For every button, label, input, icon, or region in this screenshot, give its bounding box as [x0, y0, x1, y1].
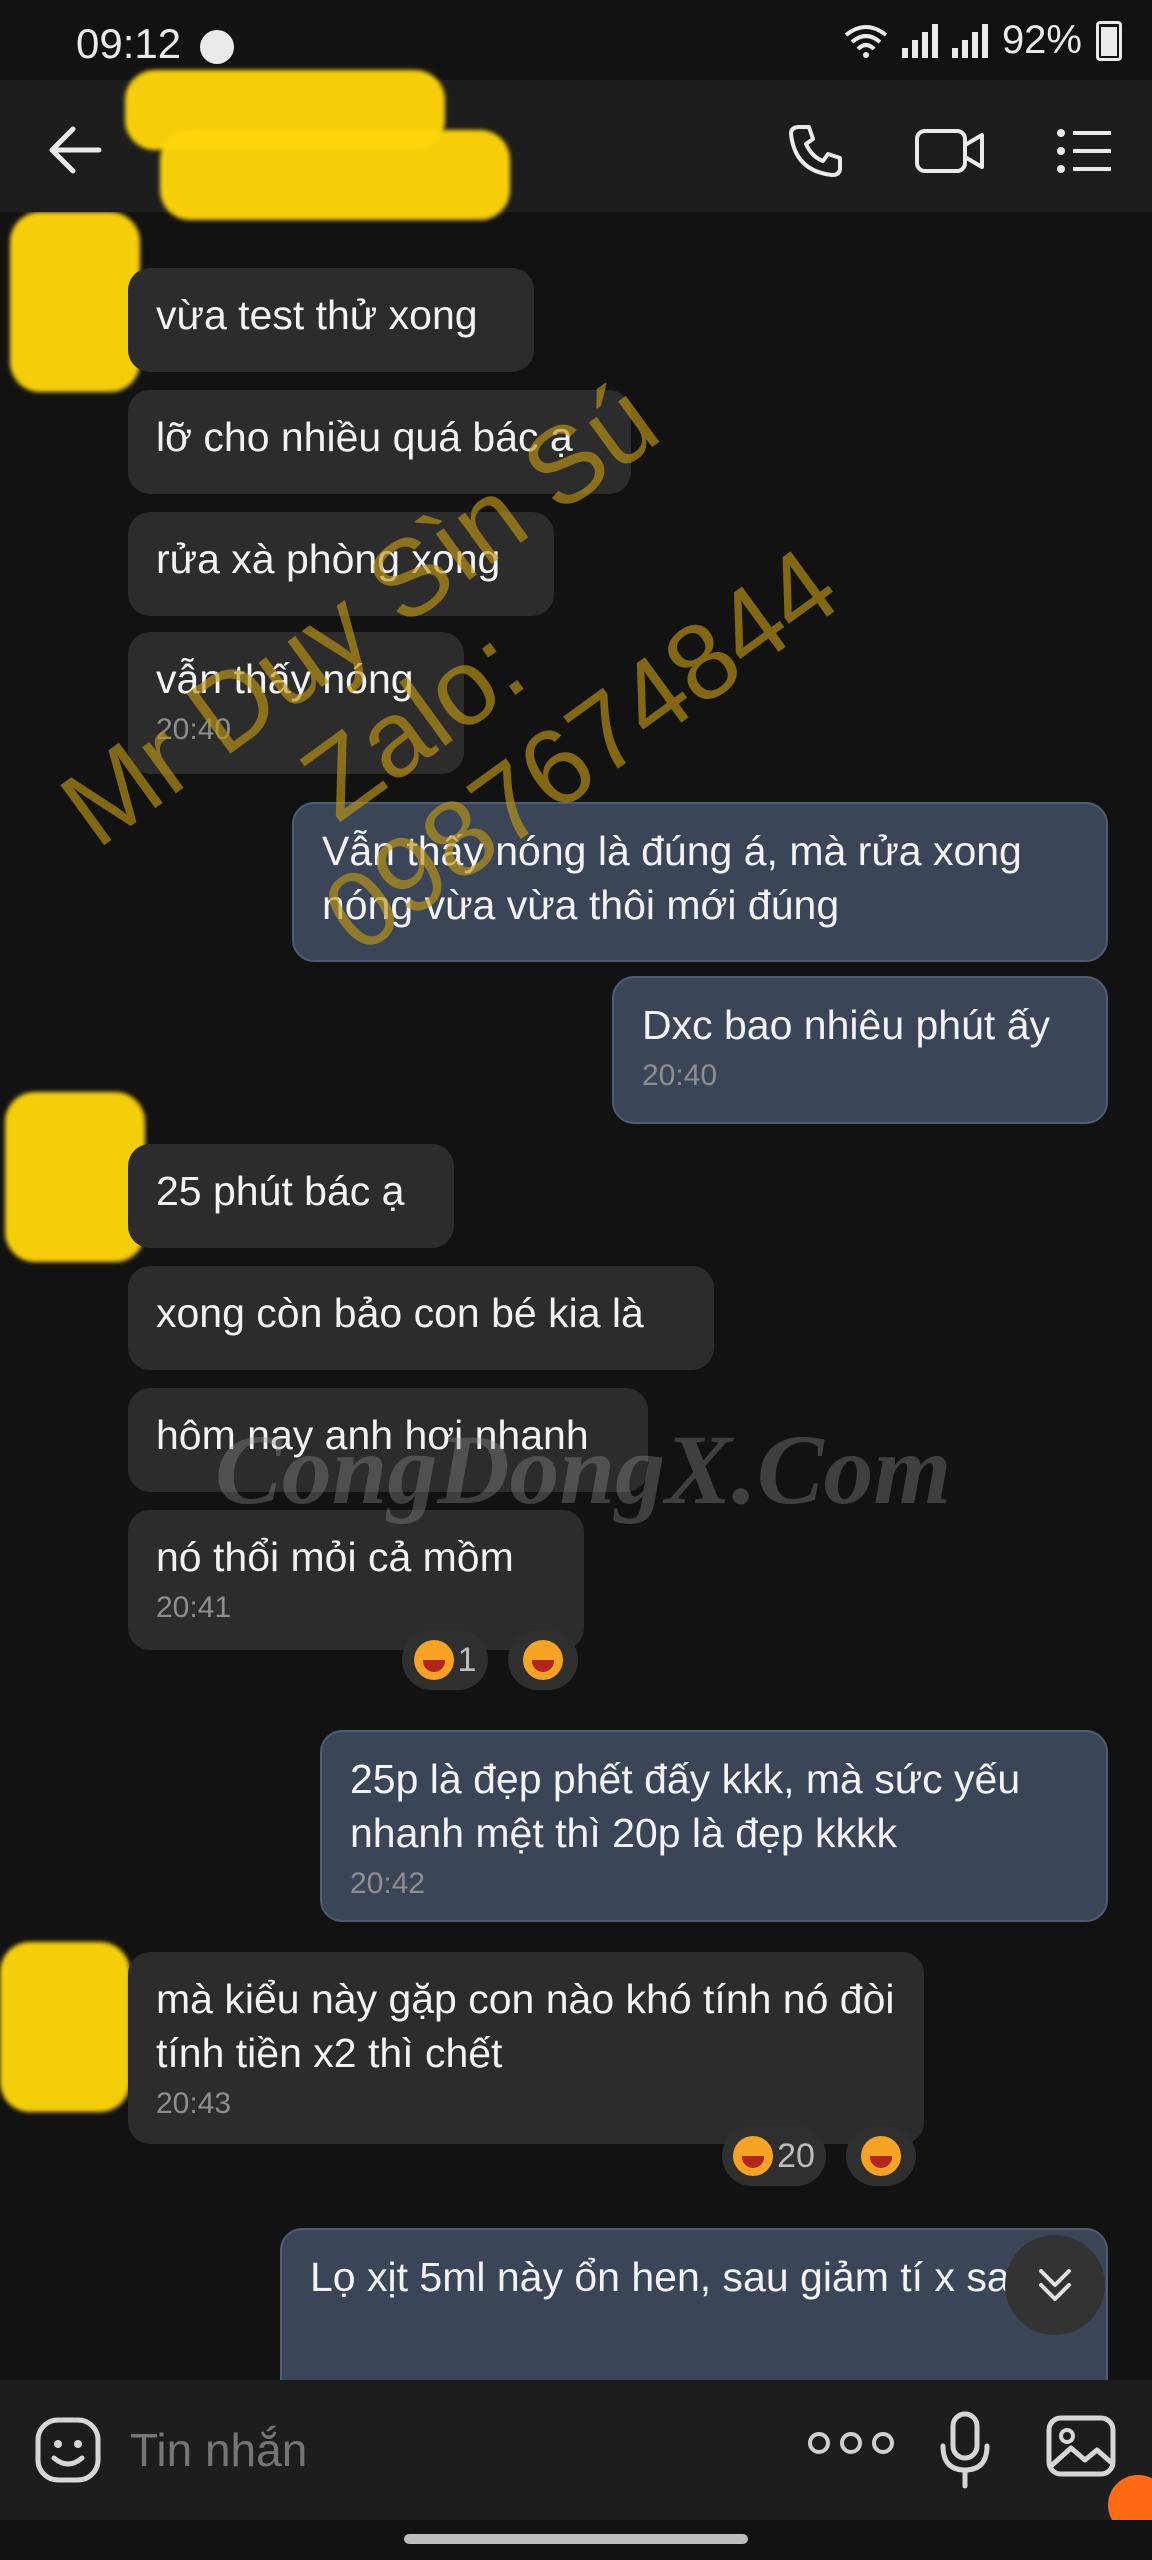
message-text: vừa test thử xong — [156, 292, 478, 338]
microphone-icon — [940, 2411, 990, 2489]
laughing-emoji-icon — [861, 2136, 901, 2176]
messenger-notification-icon — [200, 30, 234, 64]
add-reaction-button[interactable] — [508, 1630, 578, 1690]
status-bar: 09:12 92% — [0, 0, 1152, 80]
voice-message-button[interactable] — [935, 2410, 995, 2495]
signal-icon — [901, 23, 938, 58]
message-text: Lọ xịt 5ml này ổn hen, sau giảm tí x sao — [310, 2254, 1033, 2300]
message-time: 20:41 — [156, 1591, 232, 1624]
redaction-mark — [5, 1092, 145, 1262]
redaction-mark — [10, 212, 140, 392]
message-text: 25p là đẹp phết đấy kkk, mà sức yếu nhan… — [350, 1756, 1021, 1856]
message-bubble[interactable]: vừa test thử xong — [128, 268, 534, 372]
message-bubble[interactable]: hôm nay anh hơi nhanh — [128, 1388, 648, 1492]
message-text: 25 phút bác ạ — [156, 1168, 405, 1214]
video-call-button[interactable] — [905, 106, 995, 196]
redaction-mark — [160, 130, 510, 220]
message-text: Dxc bao nhiêu phút ấy — [642, 1002, 1050, 1048]
message-text: xong còn bảo con bé kia là — [156, 1290, 644, 1336]
laughing-emoji-icon — [523, 1640, 563, 1680]
video-call-icon — [915, 129, 984, 173]
status-icons: 92% — [844, 18, 1122, 63]
message-time: 20:40 — [156, 713, 232, 746]
message-bubble[interactable]: 25p là đẹp phết đấy kkk, mà sức yếu nhan… — [320, 1730, 1108, 1922]
battery-percent: 92% — [1001, 18, 1082, 62]
sticker-icon — [35, 2417, 101, 2483]
message-bubble[interactable]: nó thổi mỏi cả mồm 20:41 — [128, 1510, 584, 1650]
message-bubble[interactable]: Lọ xịt 5ml này ổn hen, sau giảm tí x sao — [280, 2228, 1108, 2380]
message-input[interactable] — [128, 2414, 772, 2486]
message-bubble[interactable]: Vẫn thấy nóng là đúng á, mà rửa xong nón… — [292, 802, 1108, 962]
composer-bar — [0, 2380, 1152, 2520]
message-bubble[interactable]: lỡ cho nhiều quá bác ạ — [128, 390, 631, 494]
reaction-summary[interactable]: 20 — [722, 2126, 826, 2186]
message-time: 20:40 — [642, 1059, 718, 1092]
send-image-button[interactable] — [1045, 2410, 1117, 2487]
redaction-mark — [0, 1942, 130, 2112]
image-icon — [1046, 2415, 1116, 2477]
signal-icon-2 — [951, 23, 988, 58]
sticker-button[interactable] — [34, 2416, 102, 2489]
message-bubble[interactable]: rửa xà phòng xong — [128, 512, 554, 616]
reaction-count: 20 — [777, 2136, 815, 2175]
message-text: vẫn thấy nóng — [156, 656, 414, 702]
message-bubble[interactable]: Dxc bao nhiêu phút ấy 20:40 — [612, 976, 1108, 1124]
back-arrow-icon — [49, 126, 102, 174]
call-button[interactable] — [770, 106, 860, 196]
message-text: rửa xà phòng xong — [156, 536, 501, 582]
message-bubble[interactable]: xong còn bảo con bé kia là — [128, 1266, 714, 1370]
phone-icon — [789, 125, 842, 177]
message-time: 20:43 — [156, 2087, 232, 2120]
message-text: Vẫn thấy nóng là đúng á, mà rửa xong nón… — [322, 828, 1022, 928]
scroll-to-bottom-button[interactable] — [1005, 2235, 1105, 2335]
more-icon — [872, 2432, 894, 2454]
add-reaction-button[interactable] — [846, 2126, 916, 2186]
laughing-emoji-icon — [413, 1640, 454, 1680]
message-bubble[interactable]: vẫn thấy nóng 20:40 — [128, 632, 464, 774]
more-icon — [808, 2432, 830, 2454]
message-text: hôm nay anh hơi nhanh — [156, 1412, 589, 1458]
message-bubble[interactable]: 25 phút bác ạ — [128, 1144, 454, 1248]
list-menu-icon — [1057, 129, 1111, 173]
message-text: nó thổi mỏi cả mồm — [156, 1534, 514, 1580]
message-text: mà kiểu này gặp con nào khó tính nó đòi … — [156, 1976, 895, 2076]
status-time: 09:12 — [76, 20, 182, 67]
options-button[interactable] — [1040, 106, 1130, 196]
wifi-icon — [844, 24, 888, 58]
home-handle[interactable] — [404, 2534, 748, 2544]
chevron-double-down-icon — [1039, 2269, 1071, 2301]
battery-icon — [1096, 20, 1122, 61]
chat-header — [0, 70, 1152, 220]
message-time: 20:42 — [350, 1867, 426, 1900]
more-options-button[interactable] — [808, 2432, 894, 2454]
message-list[interactable]: vừa test thử xong lỡ cho nhiều quá bác ạ… — [0, 212, 1152, 2380]
back-button[interactable] — [30, 110, 120, 190]
reaction-summary[interactable]: 1 — [402, 1630, 488, 1690]
message-text: lỡ cho nhiều quá bác ạ — [156, 414, 573, 460]
more-icon — [840, 2432, 862, 2454]
message-bubble[interactable]: mà kiểu này gặp con nào khó tính nó đòi … — [128, 1952, 924, 2144]
navigation-bar — [0, 2520, 1152, 2560]
reaction-count: 1 — [457, 1640, 477, 1679]
laughing-emoji-icon — [733, 2136, 774, 2176]
